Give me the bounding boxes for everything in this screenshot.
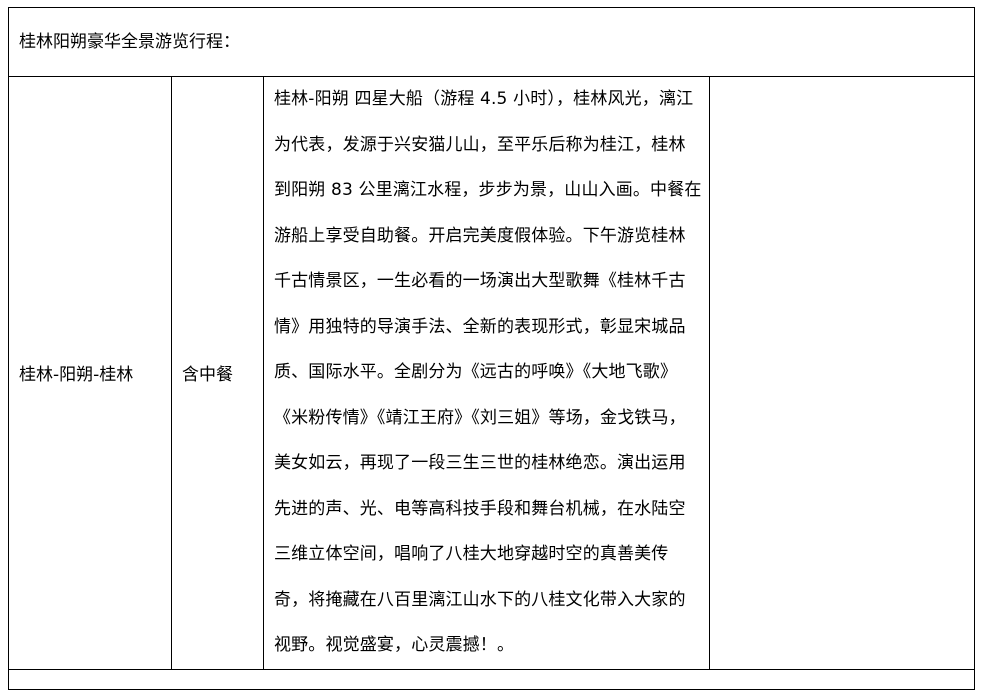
table-row: 桂林-阳朔-桂林 含中餐 桂林-阳朔 四星大船（游程 4.5 小时），桂林风光，… <box>8 76 975 670</box>
itinerary-title: 桂林阳朔豪华全景游览行程： <box>8 7 975 77</box>
notes-cell <box>709 76 975 670</box>
table-header-row: 桂林阳朔豪华全景游览行程： <box>8 7 975 77</box>
meal-cell: 含中餐 <box>171 76 264 670</box>
next-row-cell <box>8 668 975 690</box>
description-cell: 桂林-阳朔 四星大船（游程 4.5 小时），桂林风光，漓江为代表，发源于兴安猫儿… <box>263 76 710 670</box>
route-cell: 桂林-阳朔-桂林 <box>8 76 172 670</box>
description-text: 桂林-阳朔 四星大船（游程 4.5 小时），桂林风光，漓江为代表，发源于兴安猫儿… <box>274 89 702 655</box>
itinerary-table: 桂林阳朔豪华全景游览行程： 桂林-阳朔-桂林 含中餐 桂林-阳朔 四星大船（游程… <box>8 7 975 690</box>
next-row <box>8 668 975 690</box>
